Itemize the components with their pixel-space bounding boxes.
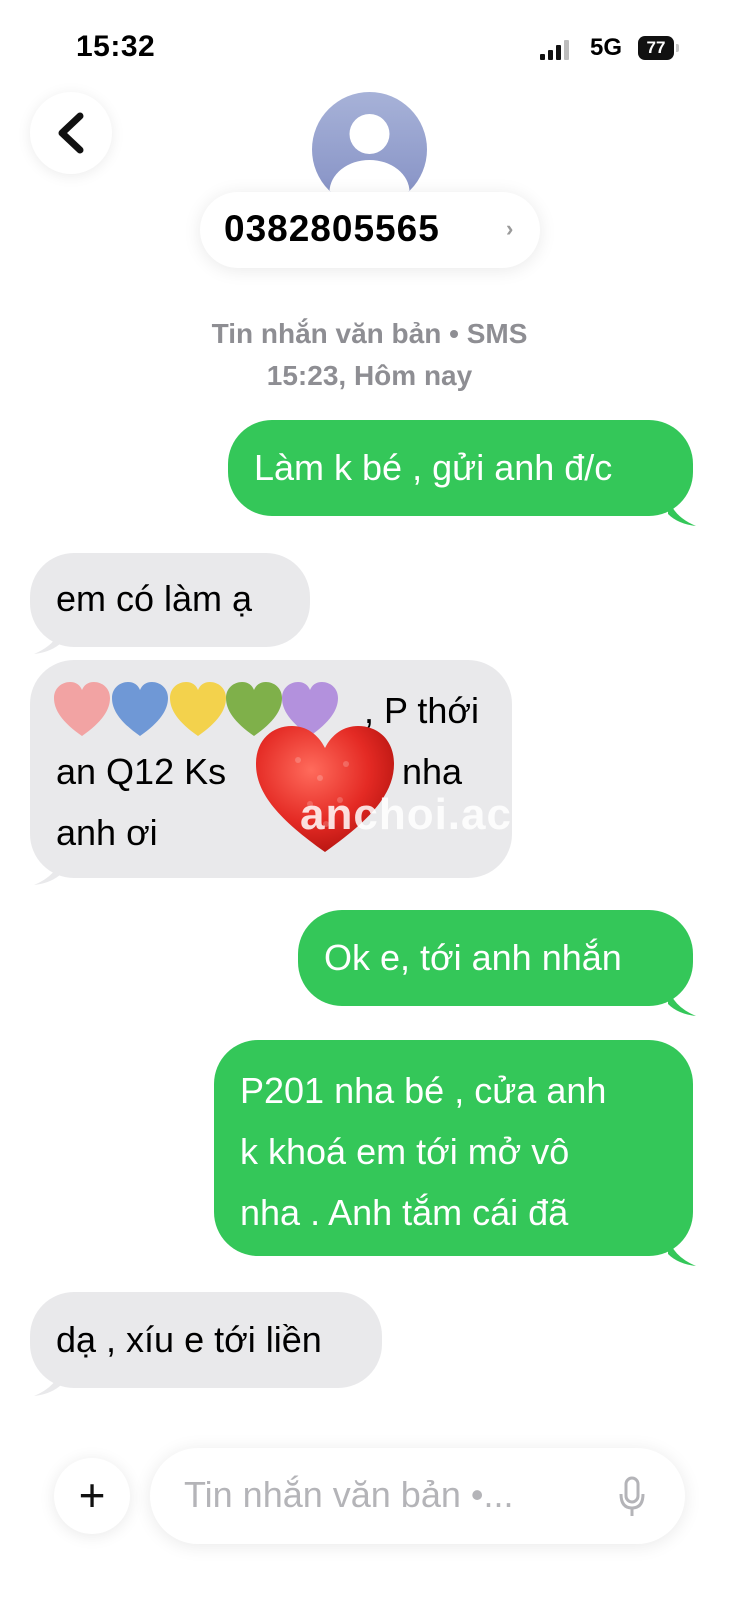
message-text: P201 nha bé , cửa anh: [240, 1070, 607, 1111]
message-text: Ok e, tới anh nhắn: [324, 937, 622, 978]
network-label: 5G: [590, 34, 623, 61]
thread-timestamp: 15:23, Hôm nay: [266, 360, 473, 391]
battery-icon: 77: [638, 36, 680, 60]
chevron-right-icon: ›: [506, 216, 514, 241]
message-text: k khoá em tới mở vô: [240, 1131, 570, 1172]
message-text: em có làm ạ: [56, 578, 253, 619]
add-attachment-button[interactable]: +: [54, 1458, 130, 1534]
chevron-left-icon: [58, 112, 84, 154]
battery-level: 77: [646, 38, 666, 57]
back-button[interactable]: [30, 92, 112, 174]
bubble-tail: [34, 1366, 62, 1396]
contact-number: 0382805565: [224, 208, 440, 249]
message-bubble-incoming[interactable]: em có làm ạ: [30, 553, 310, 647]
signal-icon: [540, 40, 569, 60]
message-bubble-outgoing[interactable]: Ok e, tới anh nhắn: [298, 910, 693, 1006]
bubble-tail: [668, 986, 696, 1016]
message-text: dạ , xíu e tới liền: [56, 1319, 322, 1360]
contact-name-button[interactable]: 0382805565 ›: [200, 192, 540, 268]
message-bubble-outgoing[interactable]: Làm k bé , gửi anh đ/c: [228, 420, 693, 516]
bubble-tail: [34, 624, 62, 654]
message-bubble-outgoing[interactable]: P201 nha bé , cửa anh k khoá em tới mở v…: [214, 1040, 693, 1256]
message-text: Làm k bé , gửi anh đ/c: [254, 447, 613, 488]
microphone-icon[interactable]: [618, 1476, 646, 1518]
bubble-tail: [34, 855, 62, 885]
message-bubble-incoming[interactable]: dạ , xíu e tới liền: [30, 1292, 382, 1388]
plus-icon: +: [78, 1469, 106, 1521]
person-icon: [329, 114, 410, 207]
message-text: an Q12 Ks: [56, 751, 227, 792]
message-input-placeholder: Tin nhắn văn bản •...: [184, 1474, 514, 1515]
message-text: nha . Anh tắm cái đã: [240, 1192, 569, 1233]
bubble-tail: [668, 496, 696, 526]
thread-channel: Tin nhắn văn bản • SMS: [211, 318, 528, 349]
message-input[interactable]: Tin nhắn văn bản •...: [150, 1448, 685, 1544]
status-time: 15:32: [76, 30, 156, 63]
bubble-tail: [668, 1236, 696, 1266]
contact-avatar[interactable]: [312, 92, 427, 207]
watermark-text: anchoi.ac: [300, 790, 512, 839]
